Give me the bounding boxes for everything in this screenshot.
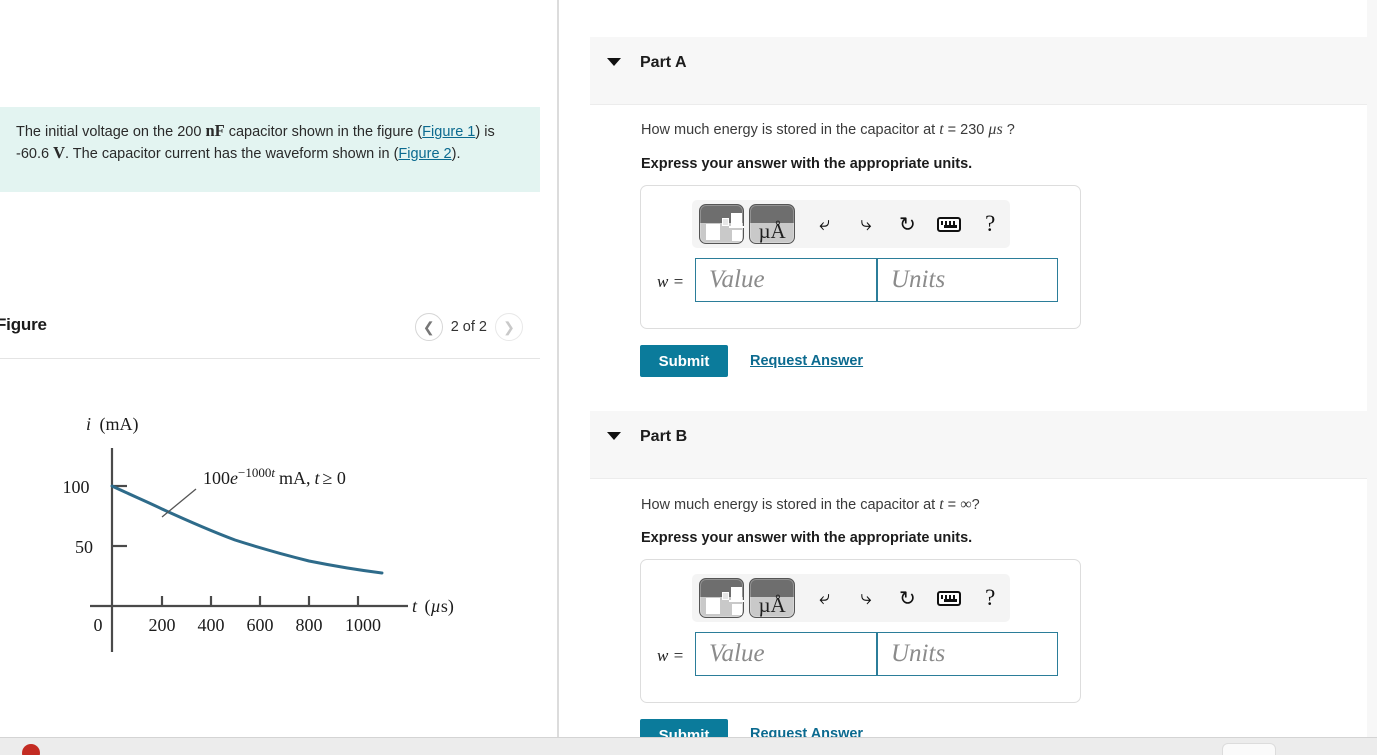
figure-header: Figure ❮ 2 of 2 ❯ — [0, 313, 540, 353]
svg-text:400: 400 — [198, 615, 225, 635]
reset-icon[interactable]: ↻ — [888, 204, 927, 244]
caret-down-icon[interactable] — [607, 58, 621, 66]
svg-text:600: 600 — [247, 615, 274, 635]
unit-nanofarad: nF — [205, 121, 225, 140]
part-a-request-answer-link[interactable]: Request Answer — [750, 353, 863, 369]
figure-chart: i (mA) 100 50 0 200 400 600 800 1000 t (… — [0, 400, 540, 690]
reset-icon[interactable]: ↻ — [888, 578, 927, 618]
problem-seg-5: ). — [451, 145, 461, 162]
micro-angstrom-units-icon[interactable]: µÅ — [749, 578, 795, 618]
part-a-value-input[interactable]: Value — [695, 258, 877, 302]
part-a-toolbar: µÅ ⤶ ⤷ ↻ ? — [692, 200, 1010, 248]
part-b-units-input[interactable]: Units — [877, 632, 1058, 676]
svg-text:50: 50 — [75, 537, 93, 557]
figure-1-link[interactable]: Figure 1 — [422, 124, 475, 140]
current-waveform-plot: i (mA) 100 50 0 200 400 600 800 1000 t (… — [63, 414, 454, 652]
help-question-icon[interactable]: ? — [971, 578, 1010, 618]
part-b-answer-card: µÅ ⤶ ⤷ ↻ ? w = Value Units — [640, 559, 1081, 703]
keyboard-icon[interactable] — [929, 204, 968, 244]
part-a-title: Part A — [640, 54, 687, 71]
math-template-icon[interactable] — [699, 578, 745, 618]
taskbar-chip[interactable] — [1222, 743, 1276, 755]
undo-icon[interactable]: ⤶ — [805, 204, 844, 244]
problem-statement-text: The initial voltage on the 200 nF capaci… — [16, 121, 522, 164]
help-question-icon[interactable]: ? — [971, 204, 1010, 244]
chevron-left-icon[interactable]: ❮ — [414, 313, 443, 341]
part-b-value-input[interactable]: Value — [695, 632, 877, 676]
part-a-variable-label: w = — [657, 272, 685, 291]
taskbar — [0, 737, 1377, 755]
unit-volt: V — [53, 142, 66, 162]
part-a-question: How much energy is stored in the capacit… — [641, 121, 1015, 139]
figure-title: Figure — [0, 315, 47, 334]
problem-seg-2: capacitor shown in the figure ( — [224, 124, 423, 140]
part-a-question-post: = 230 — [943, 122, 989, 138]
caret-down-icon[interactable] — [607, 432, 621, 440]
svg-text:t (µs): t (µs) — [412, 596, 454, 617]
right-pane: Part A How much energy is stored in the … — [559, 0, 1377, 751]
part-a-submit-button[interactable]: Submit — [640, 345, 728, 377]
svg-text:800: 800 — [296, 615, 323, 635]
keyboard-icon[interactable] — [929, 578, 968, 618]
part-a-question-pre: How much energy is stored in the capacit… — [641, 122, 940, 138]
figure-counter: 2 of 2 — [450, 319, 487, 335]
page-root: The initial voltage on the 200 nF capaci… — [0, 0, 1377, 755]
figure-pager: ❮ 2 of 2 ❯ — [414, 313, 523, 341]
part-b-toolbar: µÅ ⤶ ⤷ ↻ ? — [692, 574, 1010, 622]
problem-seg-4: . The capacitor current has the waveform… — [65, 145, 399, 162]
svg-text:100: 100 — [63, 477, 90, 497]
right-scroll-rail[interactable] — [1367, 0, 1377, 737]
svg-text:1000: 1000 — [345, 615, 381, 635]
figure-divider — [0, 358, 540, 359]
part-b-question-pre: How much energy is stored in the capacit… — [641, 497, 940, 513]
left-pane: The initial voltage on the 200 nF capaci… — [0, 0, 557, 737]
problem-statement-box: The initial voltage on the 200 nF capaci… — [0, 107, 540, 192]
taskbar-red-indicator-icon[interactable] — [22, 744, 40, 755]
part-b-question-post: = — [943, 497, 961, 513]
part-b-question-tail: ? — [971, 497, 980, 513]
part-a-question-unit: μs — [988, 121, 1003, 138]
svg-text:i (mA): i (mA) — [86, 414, 139, 435]
problem-seg-1: The initial voltage on the 200 — [16, 124, 206, 140]
part-b-question-unit: ∞ — [960, 496, 972, 513]
math-template-icon[interactable] — [699, 204, 745, 244]
part-a-header[interactable]: Part A — [590, 37, 1377, 105]
undo-icon[interactable]: ⤶ — [805, 578, 844, 618]
micro-angstrom-units-icon[interactable]: µÅ — [749, 204, 795, 244]
svg-text:100e−1000tmA,t≥ 0: 100e−1000t mA, t ≥ 0 — [203, 465, 346, 488]
part-a-instruction: Express your answer with the appropriate… — [641, 156, 973, 172]
part-a-question-tail: ? — [1002, 122, 1015, 138]
svg-text:0: 0 — [94, 615, 103, 635]
figure-2-link[interactable]: Figure 2 — [398, 146, 451, 162]
part-b-instruction: Express your answer with the appropriate… — [641, 530, 973, 546]
part-b-question: How much energy is stored in the capacit… — [641, 496, 980, 514]
part-b-header[interactable]: Part B — [590, 411, 1377, 479]
chevron-right-icon[interactable]: ❯ — [495, 313, 523, 341]
part-a-units-input[interactable]: Units — [877, 258, 1058, 302]
redo-icon[interactable]: ⤷ — [846, 578, 885, 618]
redo-icon[interactable]: ⤷ — [846, 204, 885, 244]
part-b-title: Part B — [640, 428, 688, 445]
part-a-answer-card: µÅ ⤶ ⤷ ↻ ? w = Value Units — [640, 185, 1081, 329]
svg-text:200: 200 — [149, 615, 176, 635]
part-b-variable-label: w = — [657, 646, 685, 665]
